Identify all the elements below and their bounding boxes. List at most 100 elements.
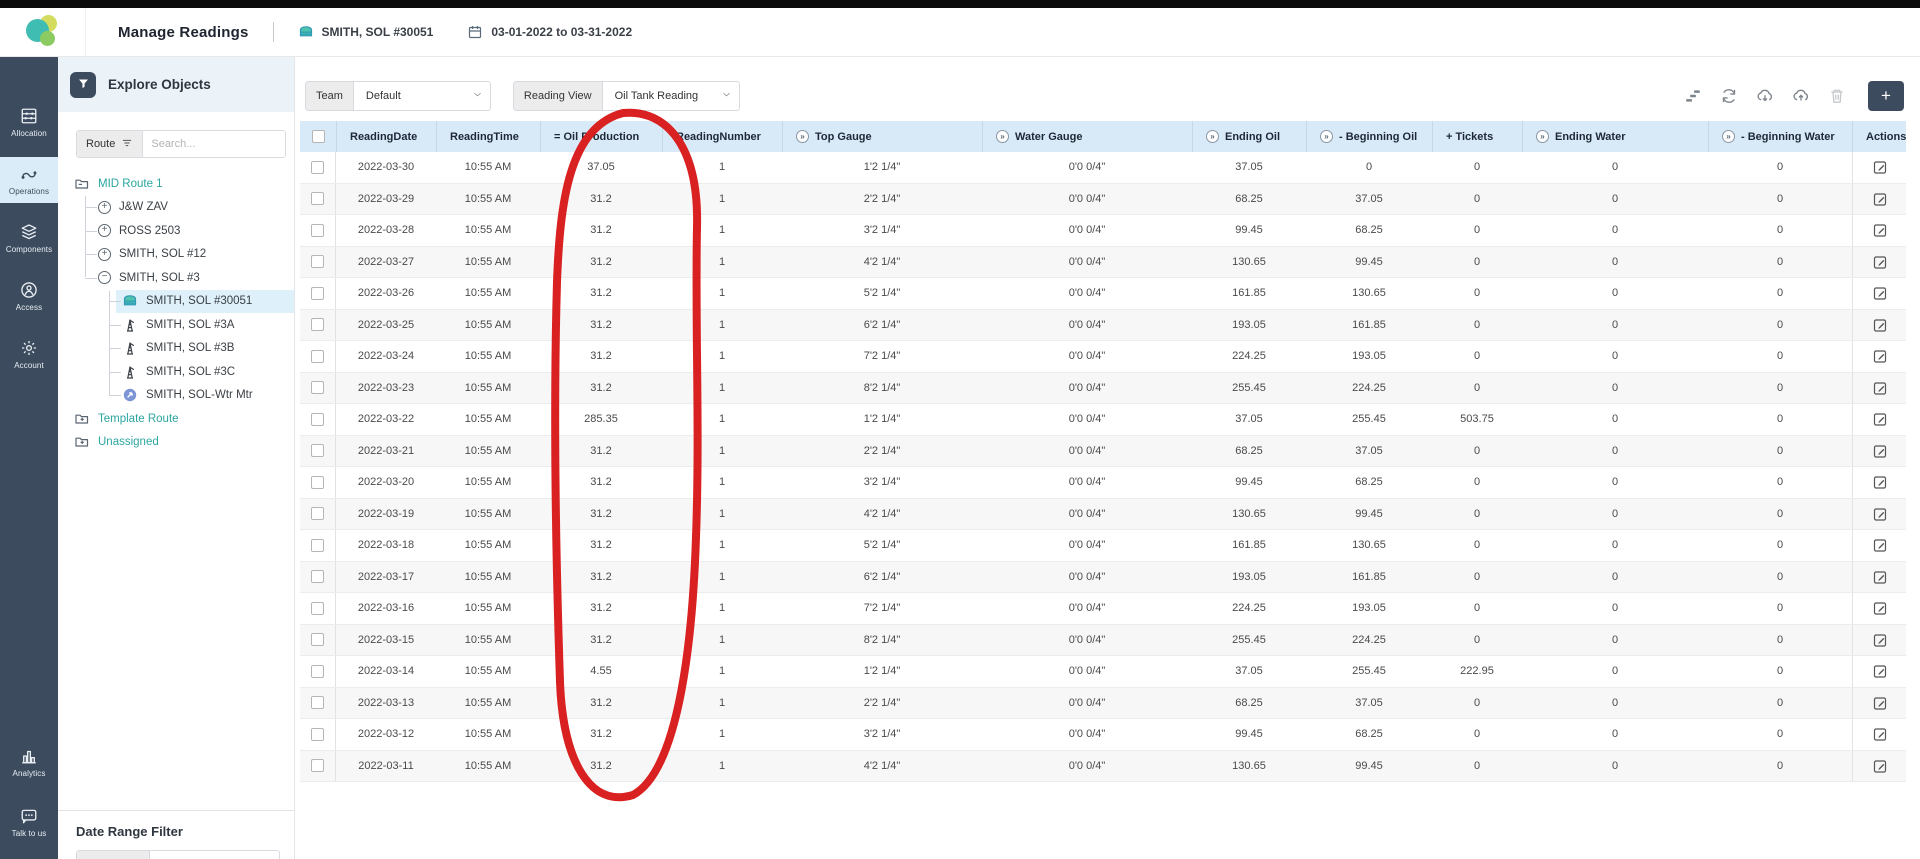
column-header-actions[interactable]: Actions [1852,121,1906,152]
expand-icon[interactable]: + [98,201,111,214]
sidebar-spacer [0,389,58,739]
edit-reading-button[interactable] [1872,380,1888,396]
row-checkbox[interactable] [311,255,324,268]
app-logo[interactable] [0,8,86,56]
filter-button[interactable] [70,72,96,98]
row-checkbox[interactable] [311,287,324,300]
select-all-checkbox[interactable] [312,130,325,143]
column-header-ending_water[interactable]: »Ending Water [1522,121,1708,152]
edit-reading-button[interactable] [1872,758,1888,774]
column-header-time[interactable]: ReadingTime [436,121,540,152]
cloud-upload-button[interactable] [1792,87,1810,105]
edit-reading-button[interactable] [1872,506,1888,522]
tree-item-ross-2503[interactable]: +ROSS 2503 [58,219,294,243]
expand-icon[interactable]: + [98,248,111,261]
column-header-oil[interactable]: = Oil Production [540,121,662,152]
tree-item-template-route[interactable]: Template Route [58,407,294,431]
sidebar-item-allocation[interactable]: Allocation [0,99,58,145]
column-header-ending_oil[interactable]: »Ending Oil [1192,121,1306,152]
tree-item-j-w-zav[interactable]: +J&W ZAV [58,196,294,220]
column-header-beginning_water[interactable]: »- Beginning Water [1708,121,1852,152]
cell-top_gauge: 3'2 1/4" [782,215,982,246]
edit-reading-button[interactable] [1872,159,1888,175]
column-header-beginning_oil[interactable]: »- Beginning Oil [1306,121,1432,152]
cell-time: 10:55 AM [436,184,540,215]
trash-button[interactable] [1828,87,1846,105]
row-checkbox[interactable] [311,633,324,646]
row-checkbox[interactable] [311,444,324,457]
column-header-water_gauge[interactable]: »Water Gauge [982,121,1192,152]
edit-reading-button[interactable] [1872,222,1888,238]
add-reading-button[interactable]: + [1868,81,1904,111]
tree-item-smith-sol-3b[interactable]: SMITH, SOL #3B [58,337,294,361]
edit-reading-button[interactable] [1872,443,1888,459]
edit-reading-button[interactable] [1872,474,1888,490]
row-checkbox[interactable] [311,192,324,205]
row-checkbox[interactable] [311,507,324,520]
cell-time: 10:55 AM [436,373,540,404]
reading-view-select[interactable]: Reading View Oil Tank Reading [513,81,740,111]
edit-reading-button[interactable] [1872,537,1888,553]
tree-item-smith-sol-3[interactable]: −SMITH, SOL #3 [58,266,294,290]
row-checkbox[interactable] [311,318,324,331]
cloud-download-button[interactable] [1756,87,1774,105]
edit-reading-button[interactable] [1872,695,1888,711]
sidebar-item-account[interactable]: Account [0,331,58,377]
edit-reading-button[interactable] [1872,348,1888,364]
steps-button[interactable] [1684,87,1702,105]
edit-reading-button[interactable] [1872,632,1888,648]
row-checkbox[interactable] [311,602,324,615]
row-checkbox[interactable] [311,161,324,174]
edit-reading-button[interactable] [1872,663,1888,679]
from-date-field[interactable]: From Date 03-01-2022 [76,850,280,859]
selected-entity[interactable]: SMITH, SOL #30051 [298,24,434,40]
edit-reading-button[interactable] [1872,317,1888,333]
sidebar-item-access[interactable]: Access [0,273,58,319]
tree-item-smith-sol-30051[interactable]: SMITH, SOL #30051 [58,290,294,314]
edit-reading-button[interactable] [1872,191,1888,207]
column-header-tickets[interactable]: + Tickets [1432,121,1522,152]
refresh-button[interactable] [1720,87,1738,105]
tree-item-smith-sol-wtr-mtr[interactable]: SMITH, SOL-Wtr Mtr [58,384,294,408]
row-checkbox[interactable] [311,728,324,741]
sidebar-item-operations[interactable]: Operations [0,157,58,203]
row-checkbox[interactable] [311,381,324,394]
edit-reading-button[interactable] [1872,569,1888,585]
column-header-date[interactable]: ReadingDate [336,121,436,152]
row-checkbox[interactable] [311,759,324,772]
tree-item-unassigned[interactable]: Unassigned [58,431,294,455]
column-header-num[interactable]: ReadingNumber [662,121,782,152]
team-select[interactable]: Team Default [305,81,491,111]
tree-item-smith-sol-3c[interactable]: SMITH, SOL #3C [58,360,294,384]
row-checkbox[interactable] [311,665,324,678]
row-checkbox[interactable] [311,696,324,709]
column-label: Actions [1866,131,1906,143]
tree-item-mid-route-1[interactable]: MID Route 1 [58,172,294,196]
row-checkbox[interactable] [311,539,324,552]
tree-item-smith-sol-12[interactable]: +SMITH, SOL #12 [58,243,294,267]
route-filter-button[interactable]: Route [77,131,143,157]
edit-reading-button[interactable] [1872,254,1888,270]
cell-ending_oil: 255.45 [1192,625,1306,656]
sidebar-item-analytics[interactable]: Analytics [0,739,58,785]
expand-icon[interactable]: + [98,224,111,237]
tank-icon [298,24,314,40]
tree-item-smith-sol-3a[interactable]: SMITH, SOL #3A [58,313,294,337]
date-range[interactable]: 03-01-2022 to 03-31-2022 [467,24,632,40]
edit-reading-button[interactable] [1872,600,1888,616]
access-icon [20,281,38,299]
tree-search-input[interactable] [143,131,285,157]
cell-beginning_water: 0 [1708,751,1852,782]
column-header-top_gauge[interactable]: »Top Gauge [782,121,982,152]
row-checkbox[interactable] [311,224,324,237]
sidebar-item-talk-to-us[interactable]: Talk to us [0,799,58,845]
edit-reading-button[interactable] [1872,726,1888,742]
edit-reading-button[interactable] [1872,285,1888,301]
sidebar-item-components[interactable]: Components [0,215,58,261]
collapse-icon[interactable]: − [98,271,111,284]
row-checkbox[interactable] [311,413,324,426]
edit-reading-button[interactable] [1872,411,1888,427]
row-checkbox[interactable] [311,350,324,363]
row-checkbox[interactable] [311,570,324,583]
row-checkbox[interactable] [311,476,324,489]
